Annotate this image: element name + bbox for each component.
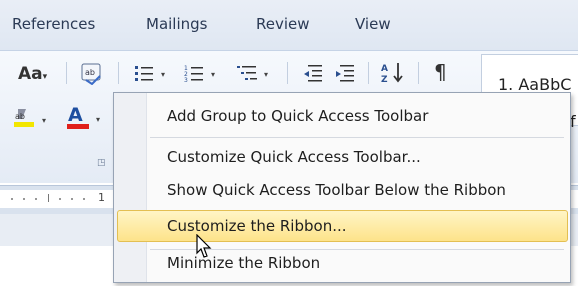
- menu-item-minimize-ribbon[interactable]: Minimize the Ribbon: [167, 254, 320, 272]
- svg-text:Z: Z: [381, 75, 388, 85]
- svg-text:▾: ▾: [264, 70, 268, 79]
- show-hide-paragraph-icon[interactable]: ab: [78, 61, 104, 89]
- change-case-button[interactable]: Aa▾: [18, 64, 47, 84]
- menu-item-customize-qat[interactable]: Customize Quick Access Toolbar...: [167, 148, 421, 166]
- tab-view[interactable]: View: [355, 15, 391, 33]
- svg-text:A: A: [381, 64, 388, 74]
- ribbon-separator: [118, 62, 119, 84]
- font-color-icon[interactable]: A ▾: [66, 104, 112, 134]
- svg-text:ab: ab: [15, 112, 25, 121]
- pilcrow-icon[interactable]: ¶: [434, 60, 447, 84]
- tab-review[interactable]: Review: [256, 15, 310, 33]
- mouse-cursor-icon: [196, 233, 214, 264]
- increase-indent-icon[interactable]: [334, 63, 356, 87]
- svg-text:ab: ab: [85, 68, 95, 77]
- menu-separator: [150, 137, 564, 138]
- bullets-icon[interactable]: ▾: [134, 63, 170, 87]
- dialog-launcher-icon[interactable]: ◳: [97, 158, 106, 168]
- numbering-icon[interactable]: 1 2 3 ▾: [184, 63, 220, 87]
- menu-item-add-group-to-qat[interactable]: Add Group to Quick Access Toolbar: [167, 107, 428, 125]
- svg-text:▾: ▾: [96, 115, 100, 124]
- tab-mailings[interactable]: Mailings: [146, 15, 207, 33]
- sort-icon[interactable]: A Z: [380, 60, 406, 90]
- ribbon-separator: [66, 62, 67, 84]
- svg-text:▾: ▾: [161, 70, 165, 79]
- tab-references[interactable]: References: [12, 15, 95, 33]
- ribbon-separator: [418, 62, 419, 84]
- change-case-label: Aa: [18, 64, 43, 84]
- svg-text:A: A: [68, 104, 83, 126]
- multilevel-list-icon[interactable]: ▾: [236, 63, 276, 87]
- svg-text:▾: ▾: [42, 116, 46, 125]
- text-highlight-icon[interactable]: ab ▾: [12, 107, 58, 135]
- ruler-number: 1: [98, 191, 105, 204]
- ribbon-context-menu: Add Group to Quick Access Toolbar Custom…: [113, 92, 571, 283]
- svg-text:3: 3: [184, 77, 188, 83]
- menu-item-customize-ribbon[interactable]: Customize the Ribbon...: [167, 217, 347, 235]
- svg-text:▾: ▾: [211, 70, 215, 79]
- menu-item-show-qat-below-ribbon[interactable]: Show Quick Access Toolbar Below the Ribb…: [167, 181, 506, 199]
- ribbon-tab-bar: References Mailings Review View: [0, 0, 578, 50]
- menu-icon-gutter: [114, 93, 147, 282]
- ribbon-separator: [287, 62, 288, 84]
- decrease-indent-icon[interactable]: [302, 63, 324, 87]
- ribbon-separator: [368, 62, 369, 84]
